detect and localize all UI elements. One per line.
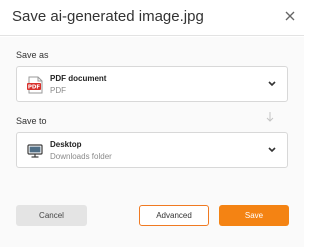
save-to-label: Save to (16, 116, 47, 126)
save-dialog: Save ai-generated image.jpg Save as PDF … (0, 0, 304, 247)
chevron-down-icon (267, 146, 277, 154)
save-as-label: Save as (16, 50, 49, 60)
title-bar: Save ai-generated image.jpg (0, 0, 304, 36)
save-as-select[interactable]: PDF PDF document PDF (16, 66, 288, 102)
svg-text:PDF: PDF (28, 85, 41, 91)
save-to-subvalue: Downloads folder (50, 152, 112, 161)
save-button[interactable]: Save (219, 205, 289, 226)
close-icon[interactable] (283, 9, 297, 23)
advanced-button[interactable]: Advanced (139, 205, 209, 226)
save-as-value: PDF document (50, 74, 107, 83)
pdf-file-icon: PDF (27, 76, 43, 94)
chevron-down-icon (267, 80, 277, 88)
save-to-select[interactable]: Desktop Downloads folder (16, 132, 288, 168)
cancel-button[interactable]: Cancel (16, 205, 87, 226)
arrow-down-icon (265, 111, 275, 123)
save-as-subvalue: PDF (50, 86, 66, 95)
save-to-value: Desktop (50, 140, 82, 149)
monitor-icon (27, 143, 43, 161)
dialog-title: Save ai-generated image.jpg (12, 8, 204, 25)
